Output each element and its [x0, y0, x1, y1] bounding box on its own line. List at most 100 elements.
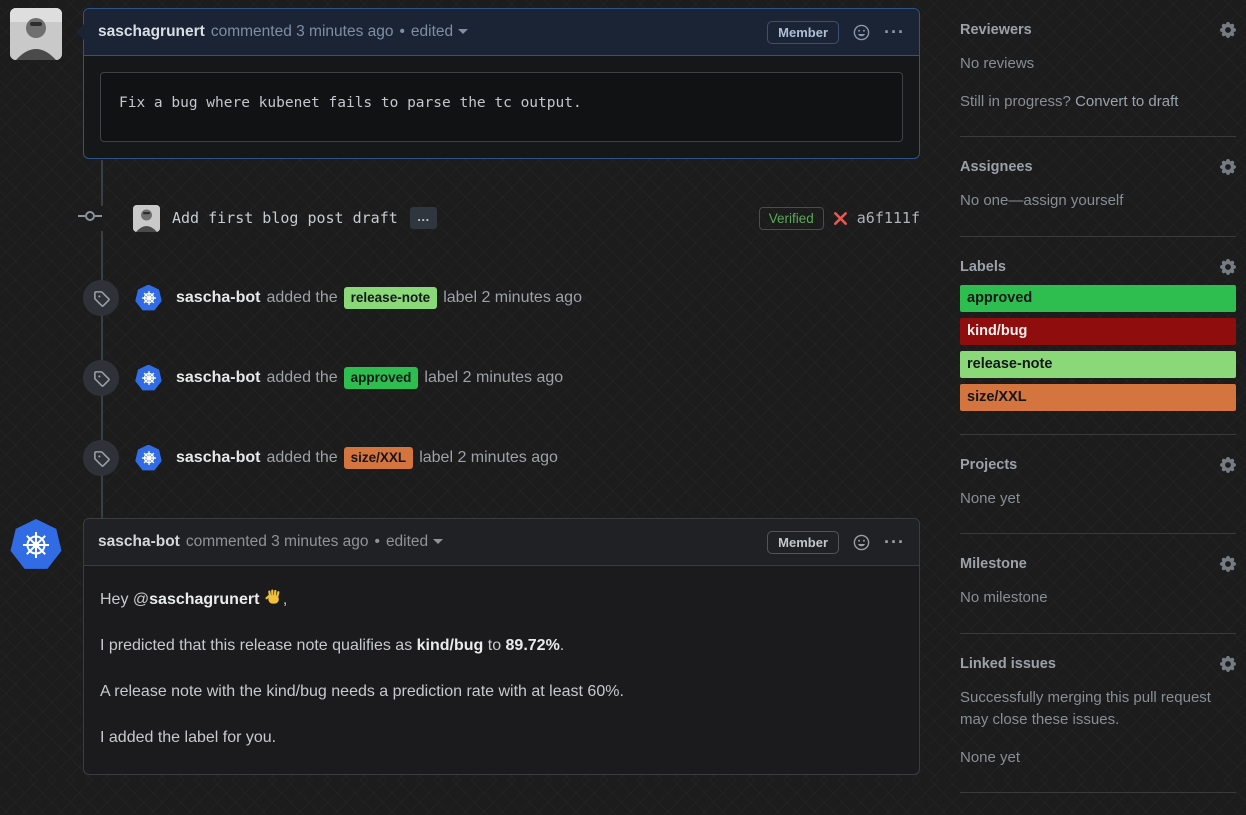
- comment-header: sascha-bot commented 3 minutes ago • edi…: [84, 519, 919, 566]
- comment-timestamp[interactable]: commented 3 minutes ago: [186, 533, 369, 551]
- tag-icon: [83, 280, 119, 316]
- divider: [960, 236, 1236, 237]
- edited-dropdown[interactable]: edited: [411, 23, 468, 41]
- event-actor[interactable]: sascha-bot: [176, 369, 260, 387]
- divider: [960, 136, 1236, 137]
- person-photo-placeholder: [133, 205, 160, 232]
- chevron-down-icon: [458, 29, 468, 34]
- sidebar: Reviewers No reviews Still in progress? …: [960, 22, 1236, 815]
- sidebar-label-approved[interactable]: approved: [960, 285, 1236, 312]
- comment-sascha-bot: sascha-bot commented 3 minutes ago • edi…: [83, 518, 920, 775]
- tag-icon: [83, 440, 119, 476]
- event-action: added the: [266, 289, 337, 307]
- kebab-menu-button[interactable]: ···: [884, 23, 905, 41]
- added-label-line: I added the label for you.: [100, 729, 903, 747]
- separator-dot: •: [399, 23, 404, 41]
- gear-icon[interactable]: [1220, 22, 1236, 38]
- sidebar-label-kind-bug[interactable]: kind/bug: [960, 318, 1236, 345]
- divider: [960, 792, 1236, 793]
- label-approved[interactable]: approved: [344, 367, 419, 389]
- gear-icon[interactable]: [1220, 457, 1236, 473]
- timeline-event-approved: sascha-bot added the approved label 2 mi…: [83, 360, 920, 396]
- git-commit-icon: [77, 206, 103, 231]
- labels-section: Labels approved kind/bug release-note si…: [960, 259, 1236, 435]
- comment-header: saschagrunert commented 3 minutes ago • …: [84, 9, 919, 56]
- sidebar-label-release-note[interactable]: release-note: [960, 351, 1236, 378]
- timeline-event-release-note: sascha-bot added the release-note label …: [83, 280, 920, 316]
- separator-dot: •: [375, 533, 380, 551]
- event-actor[interactable]: sascha-bot: [176, 449, 260, 467]
- bot-avatar-kubernetes[interactable]: [10, 519, 62, 571]
- prediction-line: I predicted that this release note quali…: [100, 637, 903, 655]
- divider: [960, 633, 1236, 634]
- pull-request-conversation-page: saschagrunert commented 3 minutes ago • …: [0, 0, 1246, 780]
- bot-avatar-kubernetes[interactable]: [135, 445, 162, 472]
- commit-sha-link[interactable]: a6f111f: [857, 209, 920, 227]
- divider: [960, 434, 1236, 435]
- convert-to-draft-link[interactable]: Convert to draft: [1075, 93, 1178, 110]
- labels-list: approved kind/bug release-note size/XXL: [960, 285, 1236, 411]
- commit-author-avatar[interactable]: [133, 205, 160, 232]
- linked-issues-empty-text: None yet: [960, 747, 1236, 770]
- commit-message[interactable]: Add first blog post draft: [172, 209, 398, 227]
- reviewers-title: Reviewers: [960, 22, 1032, 38]
- author-avatar[interactable]: [10, 8, 62, 60]
- linked-issues-description: Successfully merging this pull request m…: [960, 687, 1236, 732]
- bot-avatar-kubernetes[interactable]: [135, 365, 162, 392]
- comment-author[interactable]: saschagrunert: [98, 23, 205, 41]
- event-suffix: label 2 minutes ago: [424, 369, 563, 387]
- member-badge[interactable]: Member: [767, 21, 839, 44]
- threshold-line: A release note with the kind/bug needs a…: [100, 683, 903, 701]
- tag-icon: [83, 360, 119, 396]
- member-badge[interactable]: Member: [767, 531, 839, 554]
- verified-badge[interactable]: Verified: [759, 207, 824, 230]
- add-reaction-button[interactable]: [853, 534, 870, 551]
- gear-icon[interactable]: [1220, 159, 1236, 175]
- milestone-section: Milestone No milestone: [960, 556, 1236, 634]
- assignees-title: Assignees: [960, 159, 1033, 175]
- event-action: added the: [266, 449, 337, 467]
- event-suffix: label 2 minutes ago: [419, 449, 558, 467]
- timeline-event-size-xxl: sascha-bot added the size/XXL label 2 mi…: [83, 440, 920, 476]
- comment-timestamp[interactable]: commented 3 minutes ago: [211, 23, 394, 41]
- convert-to-draft-row: Still in progress? Convert to draft: [960, 91, 1236, 114]
- kebab-menu-button[interactable]: ···: [884, 533, 905, 551]
- add-reaction-button[interactable]: [853, 24, 870, 41]
- milestone-title: Milestone: [960, 556, 1027, 572]
- assignees-section: Assignees No one—assign yourself: [960, 159, 1236, 237]
- event-actor[interactable]: sascha-bot: [176, 289, 260, 307]
- projects-title: Projects: [960, 457, 1017, 473]
- release-note-code-block: Fix a bug where kubenet fails to parse t…: [100, 72, 903, 142]
- projects-section: Projects None yet: [960, 457, 1236, 535]
- divider: [960, 533, 1236, 534]
- assign-yourself-text[interactable]: No one—assign yourself: [960, 192, 1123, 209]
- comment-saschagrunert: saschagrunert commented 3 minutes ago • …: [83, 8, 920, 159]
- commit-expand-button[interactable]: …: [410, 207, 437, 229]
- commit-row: Add first blog post draft … Verified a6f…: [83, 203, 920, 233]
- kubernetes-wheel-icon: [19, 528, 53, 562]
- mention-link[interactable]: saschagrunert: [149, 591, 259, 608]
- label-release-note[interactable]: release-note: [344, 287, 438, 309]
- status-failed-x-icon[interactable]: [832, 210, 849, 227]
- linked-issues-title: Linked issues: [960, 656, 1056, 672]
- linked-issues-section: Linked issues Successfully merging this …: [960, 656, 1236, 794]
- person-photo-placeholder: [10, 8, 62, 60]
- projects-empty-text: None yet: [960, 488, 1236, 511]
- gear-icon[interactable]: [1220, 259, 1236, 275]
- kubernetes-wheel-icon: [140, 369, 158, 387]
- waving-hand-emoji: [264, 588, 283, 607]
- milestone-empty-text: No milestone: [960, 587, 1236, 610]
- label-size-xxl[interactable]: size/XXL: [344, 447, 414, 469]
- smiley-icon: [853, 534, 870, 551]
- conversation-column: saschagrunert commented 3 minutes ago • …: [83, 0, 920, 780]
- greeting-line: Hey @saschagrunert ,: [100, 588, 903, 609]
- edited-dropdown[interactable]: edited: [386, 533, 443, 551]
- kubernetes-wheel-icon: [140, 449, 158, 467]
- comment-author[interactable]: sascha-bot: [98, 533, 180, 551]
- comment-body: Fix a bug where kubenet fails to parse t…: [84, 56, 919, 158]
- gear-icon[interactable]: [1220, 556, 1236, 572]
- gear-icon[interactable]: [1220, 656, 1236, 672]
- bot-avatar-kubernetes[interactable]: [135, 285, 162, 312]
- sidebar-label-size-xxl[interactable]: size/XXL: [960, 384, 1236, 411]
- code-text: Fix a bug where kubenet fails to parse t…: [119, 95, 582, 111]
